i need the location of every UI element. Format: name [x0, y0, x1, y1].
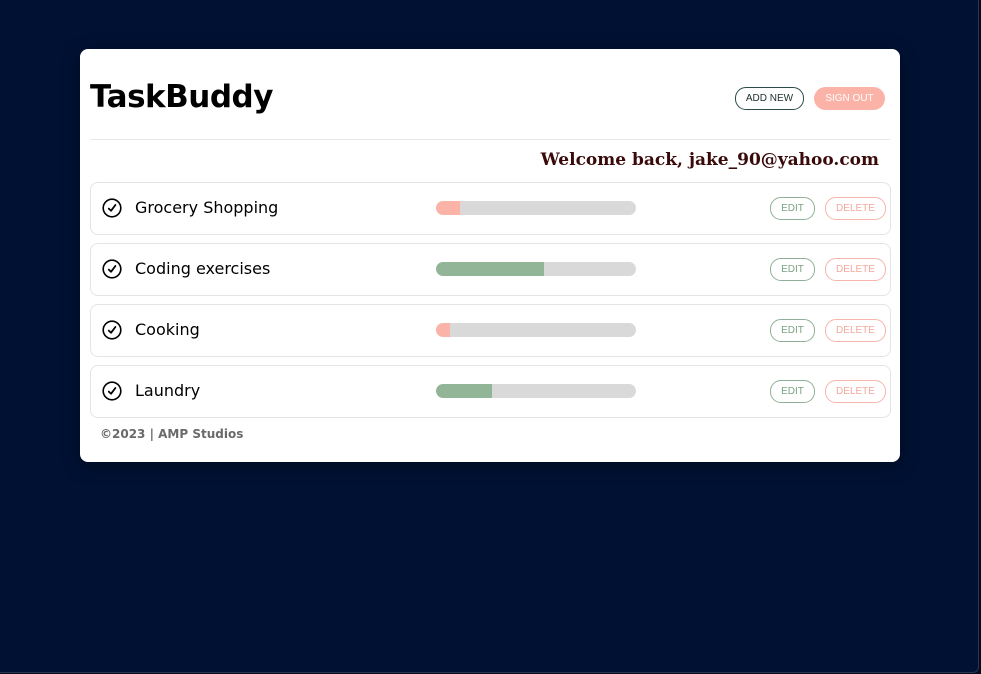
delete-button[interactable]: DELETE [825, 197, 886, 220]
check-circle-icon[interactable] [102, 381, 122, 401]
task-row: Grocery Shopping EDIT DELETE [90, 182, 891, 235]
check-circle-icon[interactable] [102, 259, 122, 279]
app-viewport: TaskBuddy ADD NEW SIGN OUT Welcome back,… [0, 0, 979, 673]
task-name: Coding exercises [135, 259, 271, 278]
delete-button[interactable]: DELETE [825, 258, 886, 281]
progress-fill [436, 262, 544, 276]
progress-bar [436, 201, 636, 215]
edit-button[interactable]: EDIT [770, 197, 815, 220]
edit-button[interactable]: EDIT [770, 380, 815, 403]
progress-bar [436, 384, 636, 398]
progress-bar [436, 323, 636, 337]
delete-button[interactable]: DELETE [825, 319, 886, 342]
task-row: Coding exercises EDIT DELETE [90, 243, 891, 296]
check-circle-icon[interactable] [102, 320, 122, 340]
edit-button[interactable]: EDIT [770, 258, 815, 281]
task-name: Cooking [135, 320, 200, 339]
footer-copyright: ©2023 | AMP Studios [100, 427, 244, 441]
main-card: TaskBuddy ADD NEW SIGN OUT Welcome back,… [80, 49, 900, 462]
progress-fill [436, 384, 492, 398]
header: TaskBuddy ADD NEW SIGN OUT [90, 49, 890, 140]
edit-button[interactable]: EDIT [770, 319, 815, 342]
welcome-message: Welcome back, jake_90@yahoo.com [540, 150, 879, 170]
add-new-button[interactable]: ADD NEW [735, 87, 804, 110]
task-row: Cooking EDIT DELETE [90, 304, 891, 357]
sign-out-button[interactable]: SIGN OUT [814, 87, 885, 110]
progress-bar [436, 262, 636, 276]
task-row: Laundry EDIT DELETE [90, 365, 891, 418]
progress-fill [436, 323, 450, 337]
app-title: TaskBuddy [90, 79, 273, 115]
progress-fill [436, 201, 460, 215]
task-name: Grocery Shopping [135, 198, 279, 217]
check-circle-icon[interactable] [102, 198, 122, 218]
task-name: Laundry [135, 381, 201, 400]
delete-button[interactable]: DELETE [825, 380, 886, 403]
